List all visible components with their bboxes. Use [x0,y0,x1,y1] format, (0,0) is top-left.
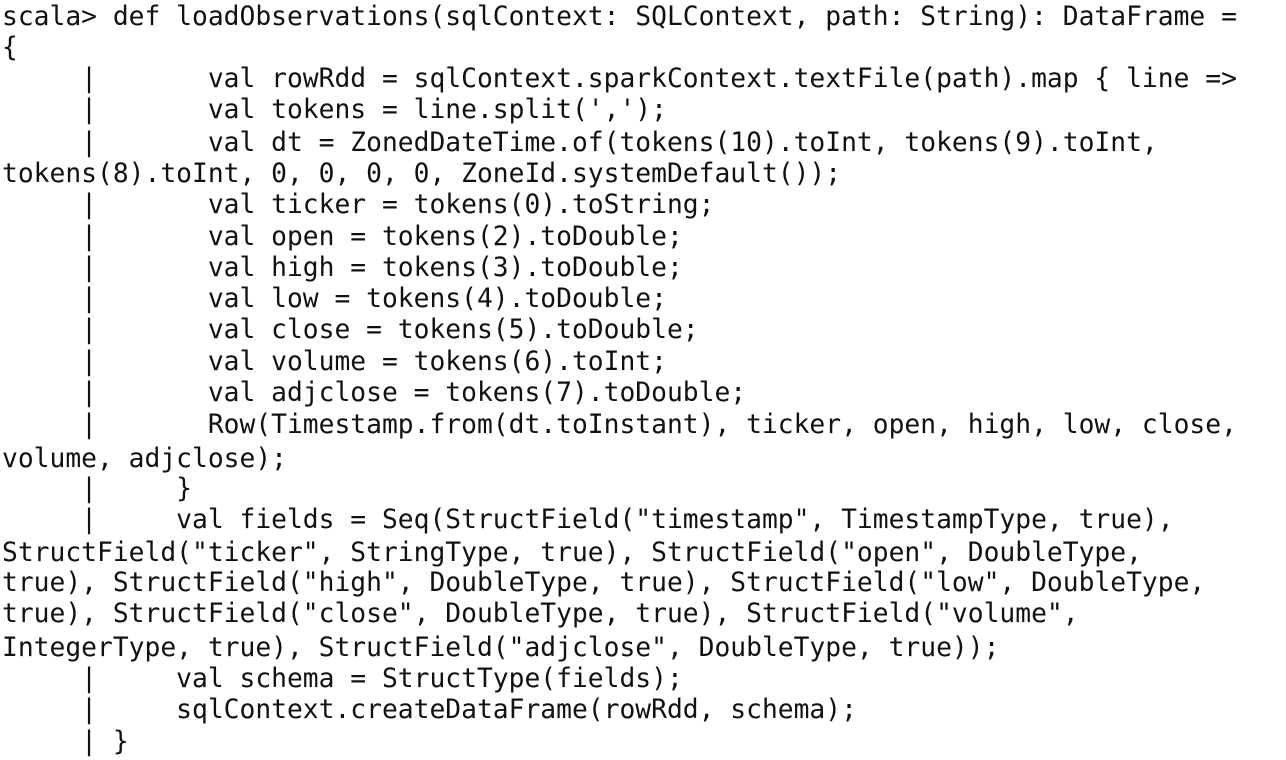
terminal-line: | val volume = tokens(6).toInt; [2,347,667,377]
terminal-line: | val high = tokens(3).toDouble; [2,253,683,283]
terminal-line: | val dt = ZonedDateTime.of(tokens(10).t… [2,128,1158,158]
terminal-line: true), StructField("close", DoubleType, … [2,599,1079,629]
terminal-line: | val rowRdd = sqlContext.sparkContext.t… [2,64,1237,94]
terminal-line: StructField("ticker", StringType, true),… [2,538,1142,568]
terminal-output[interactable]: scala> def loadObservations(sqlContext: … [2,0,1282,760]
terminal-line: | val ticker = tokens(0).toString; [2,190,715,220]
terminal-line: volume, adjclose); [2,444,287,474]
terminal-line: { [2,33,18,63]
terminal-line: | } [2,727,129,757]
terminal-line: IntegerType, true), StructField("adjclos… [2,633,1000,663]
terminal-line: | sqlContext.createDataFrame(rowRdd, sch… [2,695,857,725]
terminal-line: tokens(8).toInt, 0, 0, 0, 0, ZoneId.syst… [2,159,842,189]
terminal-line: | Row(Timestamp.from(dt.toInstant), tick… [2,410,1237,440]
terminal-line: true), StructField("high", DoubleType, t… [2,568,1206,598]
terminal-line: | val tokens = line.split(','); [2,95,667,125]
terminal-line: | val open = tokens(2).toDouble; [2,222,683,252]
terminal-line: | val schema = StructType(fields); [2,664,683,694]
terminal-line: | val close = tokens(5).toDouble; [2,315,699,345]
terminal-line: | val adjclose = tokens(7).toDouble; [2,378,747,408]
terminal-line: | val fields = Seq(StructField("timestam… [2,505,1174,535]
terminal-line: | val low = tokens(4).toDouble; [2,284,667,314]
terminal-line: scala> def loadObservations(sqlContext: … [2,2,1237,32]
terminal-line: | } [2,474,192,504]
